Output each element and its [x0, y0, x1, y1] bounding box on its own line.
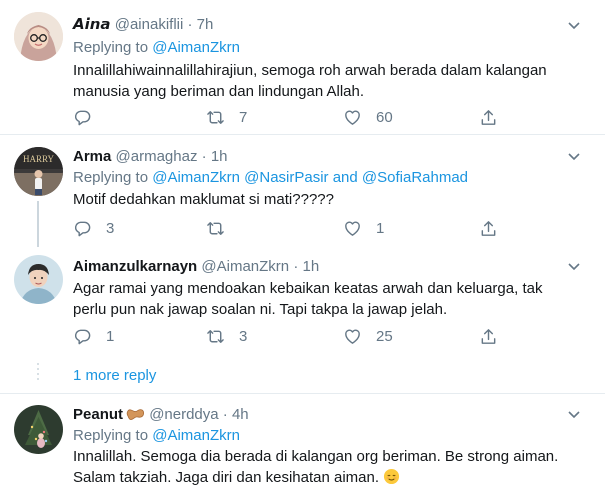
tweet-peanut[interactable]: Peanut @nerddya · 4h Replying to @AimanZ…: [0, 394, 605, 497]
timestamp[interactable]: 4h: [232, 406, 249, 423]
like-count: 1: [376, 219, 385, 237]
retweet-button[interactable]: 7: [206, 107, 247, 127]
tweet-header: Aimanzulkarnayn @AimanZkrn · 1h: [73, 258, 320, 275]
handle[interactable]: @nerddya: [149, 406, 218, 423]
timestamp[interactable]: 1h: [302, 258, 319, 275]
tweet-arma[interactable]: HARRY Arma @armaghaz · 1h Replying to @A…: [0, 135, 605, 247]
tweet-header: 𝘼𝙞𝙣𝙖 @ainakiflii · 7h: [73, 16, 214, 33]
reply-button[interactable]: 1: [73, 326, 114, 346]
display-name[interactable]: Aimanzulkarnayn: [73, 258, 197, 275]
retweet-icon: [207, 110, 224, 124]
timestamp[interactable]: 1h: [211, 148, 228, 165]
tweet-actions: 1 3 25: [73, 326, 513, 346]
tweet-actions: 3 1: [73, 218, 513, 238]
tweet-actions: 7 60: [73, 107, 513, 127]
chevron-down-icon[interactable]: [566, 148, 582, 164]
tweet-text: Motif dedahkan maklumat si mati?????: [73, 191, 334, 208]
share-icon: [481, 328, 496, 344]
reply-icon: [74, 221, 91, 236]
chevron-down-icon[interactable]: [566, 17, 582, 33]
share-button[interactable]: [479, 218, 498, 238]
timestamp[interactable]: 7h: [197, 16, 214, 33]
avatar-aimanzulkarnayn[interactable]: [14, 255, 63, 304]
heart-icon: [345, 329, 360, 344]
svg-text:HARRY: HARRY: [23, 154, 55, 164]
display-name[interactable]: Peanut: [73, 406, 145, 423]
replying-to: Replying to @AimanZkrn @NasirPasir and @…: [73, 169, 469, 186]
avatar-aina[interactable]: [14, 12, 63, 61]
retweet-button[interactable]: 3: [206, 326, 247, 346]
retweet-button[interactable]: [206, 218, 239, 238]
like-button[interactable]: 60: [343, 107, 393, 127]
handle[interactable]: @armaghaz: [116, 148, 198, 165]
mention-link[interactable]: @AimanZkrn: [152, 427, 240, 444]
retweet-count: 3: [239, 327, 248, 345]
relieved-face-emoji: [384, 468, 400, 485]
thread-dots: [37, 363, 39, 383]
like-button[interactable]: 25: [343, 326, 393, 346]
mention-link[interactable]: @AimanZkrn: [152, 39, 240, 56]
reply-count: 3: [106, 219, 115, 237]
share-button[interactable]: [479, 326, 498, 346]
tweet-aimanzulkarnayn[interactable]: Aimanzulkarnayn @AimanZkrn · 1h Agar ram…: [0, 247, 605, 355]
replying-to: Replying to @AimanZkrn: [73, 427, 240, 444]
tweet-aina[interactable]: 𝘼𝙞𝙣𝙖 @ainakiflii · 7h Replying to @Aiman…: [0, 0, 605, 133]
chevron-down-icon[interactable]: [566, 406, 582, 422]
tweet-text: Innalillahiwainnalillahirajiun, semoga r…: [73, 62, 547, 100]
like-button[interactable]: 1: [343, 218, 384, 238]
more-replies-link[interactable]: 1 more reply: [73, 367, 156, 384]
like-count: 25: [376, 327, 393, 345]
share-icon: [481, 220, 496, 236]
retweet-icon: [207, 221, 224, 235]
reply-button[interactable]: [73, 107, 106, 127]
share-button[interactable]: [479, 107, 498, 127]
reply-button[interactable]: 3: [73, 218, 114, 238]
handle[interactable]: @AimanZkrn: [201, 258, 289, 275]
display-name[interactable]: 𝘼𝙞𝙣𝙖: [73, 16, 111, 33]
tweet-header: Arma @armaghaz · 1h: [73, 148, 228, 165]
heart-icon: [345, 110, 360, 125]
mention-link[interactable]: @AimanZkrn @NasirPasir and @SofiaRahmad: [152, 169, 468, 186]
retweet-count: 7: [239, 108, 248, 126]
tweet-text: Agar ramai yang mendoakan kebaikan keata…: [73, 280, 543, 318]
share-icon: [481, 109, 496, 125]
reply-count: 1: [106, 327, 115, 345]
like-count: 60: [376, 108, 393, 126]
reply-icon: [74, 329, 91, 344]
retweet-icon: [207, 329, 224, 343]
peanut-emoji: [126, 409, 144, 420]
replying-to: Replying to @AimanZkrn: [73, 39, 240, 56]
avatar-arma[interactable]: HARRY: [14, 147, 63, 196]
thread-connector: [37, 201, 39, 247]
heart-icon: [345, 221, 360, 236]
tweet-text: Innalillah. Semoga dia berada di kalanga…: [73, 448, 559, 486]
chevron-down-icon[interactable]: [566, 258, 582, 274]
tweet-header: Peanut @nerddya · 4h: [73, 406, 249, 423]
avatar-peanut[interactable]: [14, 405, 63, 454]
display-name[interactable]: Arma: [73, 148, 111, 165]
reply-icon: [74, 110, 91, 125]
handle[interactable]: @ainakiflii: [115, 16, 184, 33]
